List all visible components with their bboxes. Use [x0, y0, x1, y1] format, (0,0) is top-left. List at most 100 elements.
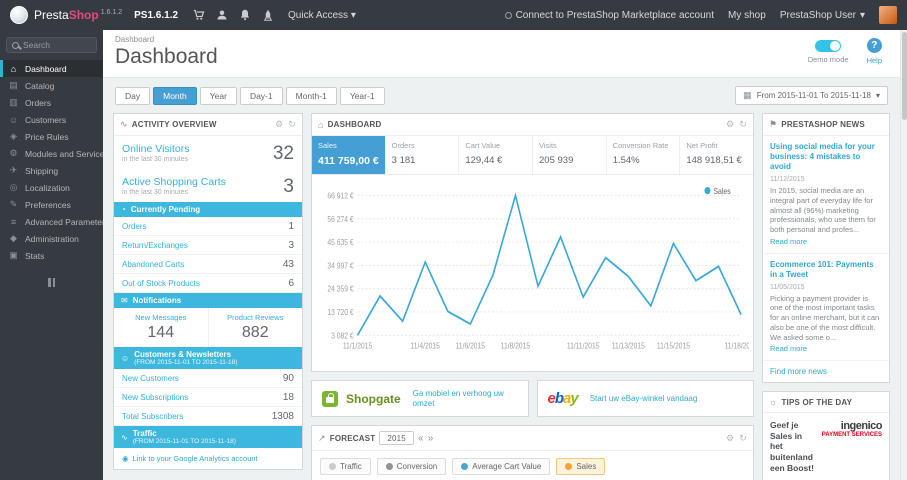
stat-value: 144	[147, 324, 175, 341]
dashboard-panel-header: ⌂ DASHBOARD ⚙ ↻	[312, 114, 753, 136]
forecast-prev-button[interactable]: «	[418, 433, 424, 444]
sidebar-item-localization[interactable]: ◎ Localization	[0, 179, 103, 196]
sidebar-item-label: Orders	[25, 97, 51, 108]
online-visitors-metric[interactable]: Online Visitors in the last 30 minutes 3…	[114, 136, 302, 169]
average-cart-value-dot-icon	[461, 463, 469, 471]
search-input[interactable]	[23, 40, 93, 50]
ebay-link[interactable]: Start uw eBay-winkel vandaag	[590, 394, 698, 404]
sidebar-item-shipping[interactable]: ✈ Shipping	[0, 162, 103, 179]
range-month-button[interactable]: Month	[153, 86, 197, 105]
range-month-1-button[interactable]: Month-1	[285, 86, 337, 105]
demo-mode-toggle[interactable]	[815, 40, 842, 52]
row-value: 6	[288, 277, 294, 289]
quick-access-menu[interactable]: Quick Access ▾	[288, 10, 356, 21]
pending-returns-row[interactable]: Return/Exchanges 3	[114, 236, 302, 255]
range-day-1-button[interactable]: Day-1	[239, 86, 283, 105]
panel-refresh-icon[interactable]: ↻	[739, 433, 747, 444]
help-icon[interactable]: ?	[866, 38, 882, 53]
kpi-cart-value[interactable]: Cart Value 129,44 €	[459, 136, 534, 174]
news-article-excerpt: In 2015, social media are an integral pa…	[770, 186, 876, 235]
pending-orders-row[interactable]: Orders 1	[114, 217, 302, 236]
sidebar-item-label: Advanced Parameters	[25, 216, 103, 227]
sidebar-item-preferences[interactable]: ✎ Preferences	[0, 196, 103, 213]
range-year-1-button[interactable]: Year-1	[339, 86, 385, 105]
updates-rocket-icon[interactable]	[261, 9, 274, 22]
sidebar-item-modules[interactable]: ⚙ Modules and Services	[0, 145, 103, 162]
forecast-next-button[interactable]: »	[428, 433, 434, 444]
localization-icon: ◎	[9, 182, 18, 192]
vertical-scrollbar[interactable]	[900, 30, 907, 480]
news-article: Using social media for your business: 4 …	[763, 136, 889, 254]
row-label: New Subscriptions	[122, 392, 189, 402]
shopgate-name: Shopgate	[346, 391, 401, 406]
news-article-title[interactable]: Using social media for your business: 4 …	[770, 142, 882, 172]
kpi-visits[interactable]: Visits 205 939	[533, 136, 607, 174]
my-shop-link[interactable]: My shop	[728, 10, 766, 21]
panel-refresh-icon[interactable]: ↻	[288, 119, 296, 130]
sidebar-item-advanced-parameters[interactable]: ≡ Advanced Parameters	[0, 213, 103, 230]
toggle-knob	[830, 41, 841, 51]
kpi-sales[interactable]: Sales 411 759,00 €	[312, 136, 386, 174]
forecast-toggle-sales[interactable]: Sales	[556, 458, 606, 476]
cart-icon[interactable]	[192, 9, 205, 22]
forecast-toggle-traffic[interactable]: Traffic	[320, 458, 371, 476]
connect-marketplace-link[interactable]: Connect to PrestaShop Marketplace accoun…	[504, 10, 714, 21]
find-more-news-link[interactable]: Find more news	[763, 361, 889, 382]
sidebar-item-price-rules[interactable]: ◈ Price Rules	[0, 128, 103, 145]
clock-icon: ◔	[121, 205, 126, 214]
row-value: 43	[282, 258, 294, 270]
sidebar-item-dashboard[interactable]: ⌂ Dashboard	[0, 60, 103, 77]
sidebar-item-administration[interactable]: ◆ Administration	[0, 230, 103, 247]
active-carts-metric[interactable]: Active Shopping Carts in the last 30 min…	[114, 169, 302, 202]
collapse-sidebar-button[interactable]	[0, 278, 103, 287]
help-control: ? Help	[867, 38, 882, 65]
notifications-bell-icon[interactable]	[238, 9, 251, 22]
pulse-icon: ∿	[120, 119, 128, 129]
panel-settings-icon[interactable]: ⚙	[726, 119, 734, 130]
out-of-stock-row[interactable]: Out of Stock Products 6	[114, 274, 302, 293]
total-subscribers-row[interactable]: Total Subscribers 1308	[114, 407, 302, 426]
panel-refresh-icon[interactable]: ↻	[739, 119, 747, 130]
panel-settings-icon[interactable]: ⚙	[726, 433, 734, 444]
user-menu[interactable]: PrestaShop User ▾	[780, 10, 865, 21]
topbar-icons	[192, 9, 274, 22]
news-article: Ecommerce 101: Payments in a Tweet 11/05…	[763, 254, 889, 362]
trend-icon: ↗	[318, 432, 326, 443]
sidebar-item-orders[interactable]: ▥ Orders	[0, 94, 103, 111]
shopgate-link[interactable]: Ga mobiel en verhoog uw omzet	[413, 389, 518, 408]
sidebar-item-catalog[interactable]: ▤ Catalog	[0, 77, 103, 94]
new-messages-stat[interactable]: New Messages 144	[114, 308, 209, 347]
shop-name[interactable]: PS1.6.1.2	[134, 10, 178, 21]
product-reviews-stat[interactable]: Product Reviews 882	[209, 308, 303, 347]
traffic-title: Traffic	[132, 429, 157, 438]
row-label: Return/Exchanges	[122, 240, 188, 250]
kpi-conversion-rate[interactable]: Conversion Rate 1.54%	[607, 136, 681, 174]
mail-icon: ✉	[121, 296, 128, 305]
kpi-orders[interactable]: Orders 3 181	[386, 136, 460, 174]
new-customers-row[interactable]: New Customers 90	[114, 369, 302, 388]
kpi-row: Sales 411 759,00 € Orders 3 181 Cart Value…	[312, 136, 753, 175]
sun-icon: ☼	[769, 397, 778, 408]
forecast-year-select[interactable]: 2015	[379, 431, 414, 446]
forecast-toggle-conversion[interactable]: Conversion	[376, 458, 447, 476]
scrollbar-thumb[interactable]	[902, 32, 907, 120]
range-year-button[interactable]: Year	[199, 86, 237, 105]
range-day-button[interactable]: Day	[115, 86, 151, 105]
read-more-link[interactable]: Read more	[770, 237, 807, 247]
read-more-link[interactable]: Read more	[770, 344, 807, 354]
google-analytics-link[interactable]: ◉ Link to your Google Analytics account	[114, 448, 302, 469]
date-range-picker[interactable]: ▦ From 2015-11-01 To 2015-11-18 ▾	[735, 86, 888, 105]
abandoned-carts-row[interactable]: Abandoned Carts 43	[114, 255, 302, 274]
news-article-title[interactable]: Ecommerce 101: Payments in a Tweet	[770, 260, 882, 280]
sales-line-chart[interactable]: 3 082 € 13 720 € 24 359 € 34 997 € 45 635 € 5…	[316, 181, 749, 369]
avatar[interactable]	[879, 6, 897, 24]
sidebar-item-customers[interactable]: ☺ Customers	[0, 111, 103, 128]
forecast-toggle-average-cart-value[interactable]: Average Cart Value	[452, 458, 551, 476]
sidebar-item-stats[interactable]: ▣ Stats	[0, 247, 103, 264]
panel-settings-icon[interactable]: ⚙	[275, 119, 283, 130]
sidebar-search[interactable]	[6, 37, 97, 53]
kpi-net-profit[interactable]: Net Profit 148 918,51 €	[680, 136, 753, 174]
customer-icon[interactable]	[215, 9, 228, 22]
news-article-excerpt: Picking a payment provider is one of the…	[770, 293, 880, 342]
new-subscriptions-row[interactable]: New Subscriptions 18	[114, 388, 302, 407]
